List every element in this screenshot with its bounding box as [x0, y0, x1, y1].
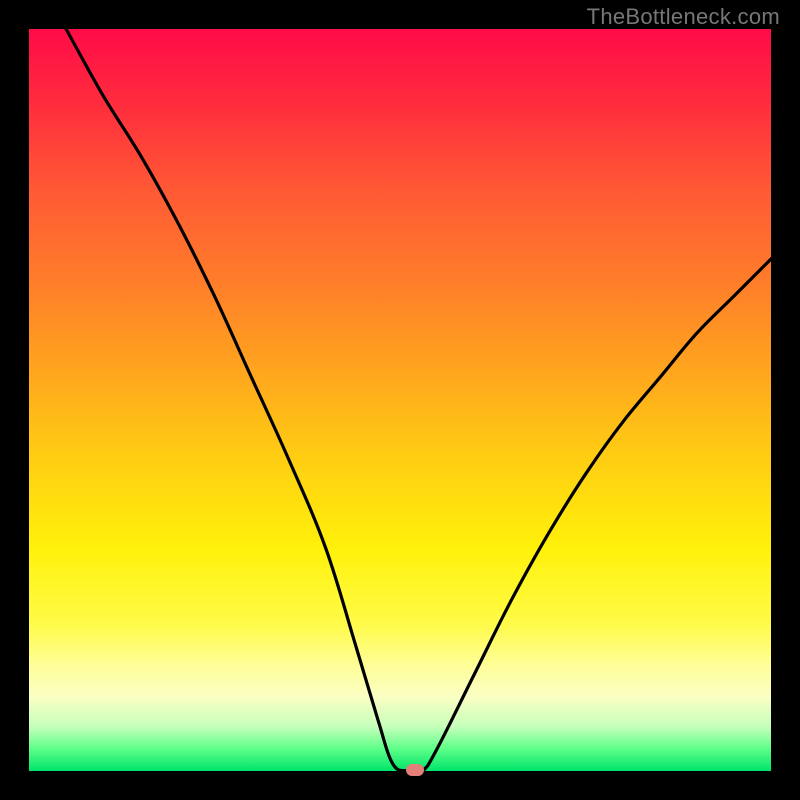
bottleneck-curve: [29, 29, 771, 771]
watermark-label: TheBottleneck.com: [587, 4, 780, 30]
optimal-point-marker: [406, 764, 424, 776]
chart-frame: TheBottleneck.com: [0, 0, 800, 800]
